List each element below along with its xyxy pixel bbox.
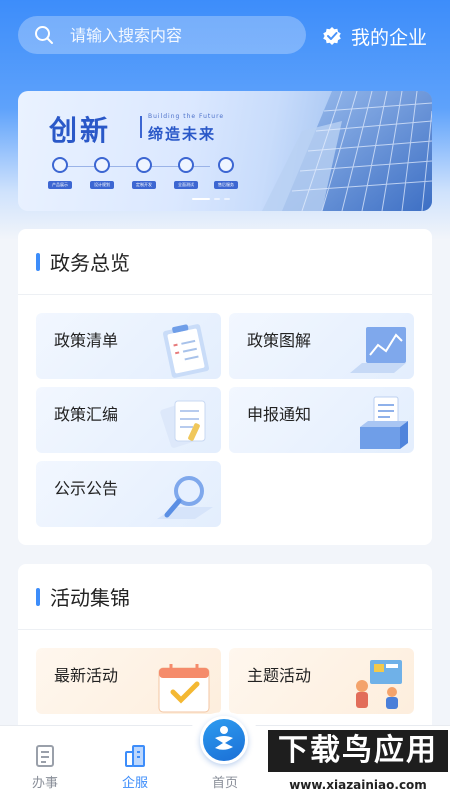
banner-subtitle: 缔造未来 bbox=[148, 125, 217, 143]
documents-icon bbox=[160, 400, 206, 448]
nav-item-enterprise-service[interactable]: 企服 bbox=[95, 726, 175, 800]
calendar-check-icon bbox=[158, 664, 210, 713]
document-icon bbox=[36, 745, 54, 767]
tools-icon bbox=[136, 157, 152, 173]
file-box-icon bbox=[360, 396, 408, 449]
banner-title: 创新 bbox=[49, 114, 112, 147]
tile-label: 最新活动 bbox=[54, 666, 119, 685]
tile-label: 政策图解 bbox=[247, 331, 312, 350]
promo-banner[interactable]: 创新 Building the Future 缔造未来 产品展示 设计规划 定制… bbox=[18, 91, 432, 211]
nav-label: 企服 bbox=[121, 776, 148, 791]
lightbulb-icon bbox=[52, 157, 68, 173]
nav-label: 办事 bbox=[31, 776, 58, 791]
watermark-url: www.xiazainiao.com bbox=[268, 776, 448, 794]
banner-tag: 定制开发 bbox=[132, 181, 156, 189]
verified-badge-icon bbox=[323, 27, 341, 45]
banner-subtitle-en: Building the Future bbox=[148, 113, 225, 120]
tile-declaration-notice[interactable]: 申报通知 bbox=[229, 387, 414, 453]
laptop-chart-icon bbox=[350, 327, 406, 373]
head-icon bbox=[94, 157, 110, 173]
building-image bbox=[262, 91, 432, 211]
team-board-icon bbox=[356, 660, 402, 709]
nav-item-affairs[interactable]: 办事 bbox=[5, 726, 85, 800]
tile-label: 政策汇编 bbox=[54, 405, 119, 424]
tile-label: 主题活动 bbox=[247, 666, 312, 685]
search-bar[interactable] bbox=[18, 16, 306, 54]
card-header: 活动集锦 bbox=[18, 564, 432, 630]
watermark: 下载鸟应用 www.xiazainiao.com bbox=[268, 730, 448, 798]
tile-theme-activity[interactable]: 主题活动 bbox=[229, 648, 414, 714]
banner-tag: 全面测试 bbox=[174, 181, 198, 189]
pagination-dot[interactable] bbox=[192, 198, 210, 200]
pagination-dot[interactable] bbox=[224, 198, 230, 200]
tile-policy-list[interactable]: 政策清单 bbox=[36, 313, 221, 379]
pagination-dot[interactable] bbox=[214, 198, 220, 200]
banner-pagination bbox=[192, 198, 230, 200]
title-accent-bar bbox=[36, 252, 40, 271]
nav-label: 首页 bbox=[211, 776, 238, 791]
magnifier-icon bbox=[157, 476, 213, 519]
card-title: 活动集锦 bbox=[50, 586, 130, 610]
gov-overview-card: 政务总览 政策清单 政策图解 政策汇编 申报通知 公示公告 bbox=[18, 229, 432, 545]
activity-highlights-card: 活动集锦 最新活动 主题活动 bbox=[18, 564, 432, 734]
home-logo-icon bbox=[215, 726, 233, 750]
tile-label: 公示公告 bbox=[54, 479, 119, 498]
tile-policy-illustration[interactable]: 政策图解 bbox=[229, 313, 414, 379]
banner-tag: 设计规划 bbox=[90, 181, 114, 189]
my-company-label: 我的企业 bbox=[351, 26, 428, 49]
banner-tag: 产品展示 bbox=[48, 181, 72, 189]
tile-label: 申报通知 bbox=[247, 405, 312, 424]
tile-public-notice[interactable]: 公示公告 bbox=[36, 461, 221, 527]
cart-icon bbox=[218, 157, 234, 173]
screen-icon bbox=[178, 157, 194, 173]
tile-latest-activity[interactable]: 最新活动 bbox=[36, 648, 221, 714]
banner-icon-row: 产品展示 设计规划 定制开发 全面测试 售后服务 bbox=[48, 157, 238, 195]
title-accent-bar bbox=[36, 587, 40, 606]
card-header: 政务总览 bbox=[18, 229, 432, 295]
watermark-text: 下载鸟应用 bbox=[268, 730, 448, 772]
tile-label: 政策清单 bbox=[54, 331, 119, 350]
clipboard-icon bbox=[162, 324, 210, 378]
tile-policy-compilation[interactable]: 政策汇编 bbox=[36, 387, 221, 453]
card-title: 政务总览 bbox=[50, 251, 130, 275]
my-company-button[interactable]: 我的企业 bbox=[322, 22, 427, 50]
home-button[interactable] bbox=[200, 716, 248, 764]
search-input[interactable] bbox=[70, 25, 270, 45]
search-icon bbox=[35, 26, 53, 44]
banner-divider bbox=[140, 116, 142, 138]
banner-tag: 售后服务 bbox=[214, 181, 238, 189]
building-icon bbox=[125, 745, 145, 767]
